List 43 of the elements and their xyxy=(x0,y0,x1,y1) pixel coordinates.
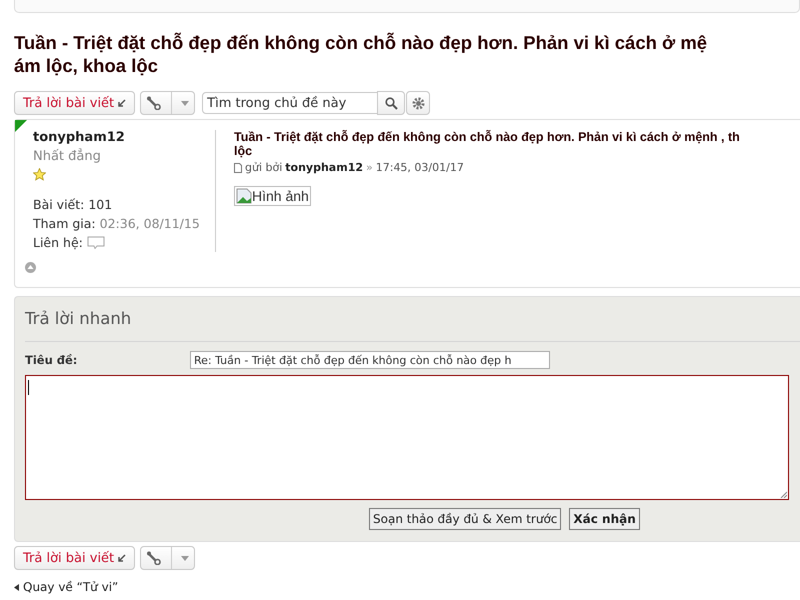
topic-title: ám lộc, khoa lộc xyxy=(14,54,158,77)
byline-separator: » xyxy=(366,161,373,174)
subject-field[interactable]: Re: Tuần - Triệt đặt chỗ đẹp đến không còn chỗ nào đẹp h xyxy=(190,351,550,369)
document-icon xyxy=(234,162,242,172)
author-name[interactable]: tonypham12 xyxy=(33,130,215,145)
left-arrow-icon xyxy=(14,584,19,590)
star-icon xyxy=(33,168,46,181)
post-time: 17:45, 03/01/17 xyxy=(376,161,464,174)
caret-icon xyxy=(181,100,190,106)
author-rank: Nhất đẳng xyxy=(33,149,102,164)
byline-prefix: gửi bởi xyxy=(245,161,282,174)
wrench-icon xyxy=(146,551,162,565)
arrow-icon xyxy=(117,98,126,108)
reply-button[interactable]: Trả lời bài viết xyxy=(14,546,136,570)
byline-author[interactable]: tonypham12 xyxy=(285,161,363,174)
stat-label: Liên hệ: xyxy=(33,234,83,252)
post-subject[interactable]: lộc xyxy=(234,144,252,158)
search-icon xyxy=(384,96,398,110)
search-field[interactable]: Tìm trong chủ đề này xyxy=(202,92,378,114)
stat-value: 101 xyxy=(88,196,112,214)
post-subject[interactable]: Tuần - Triệt đặt chỗ đẹp đến không còn chỗ nào đẹp hơn. Phản vi kì cách ở mệnh , th xyxy=(234,130,740,144)
form-button[interactable]: Soạn thảo đầy đủ & Xem trước xyxy=(369,508,562,530)
settings-button[interactable] xyxy=(406,91,430,115)
reply-button[interactable]: Trả lời bài viết xyxy=(14,91,136,115)
image-alt-text: Hình ảnh xyxy=(252,188,309,204)
broken-image-icon xyxy=(236,188,252,204)
topic-title: Tuần - Triệt đặt chỗ đẹp đến không còn chỗ nào đẹp hơn. Phản vi kì cách ở mệ xyxy=(14,31,708,54)
stat-label: Tham gia: xyxy=(33,215,96,233)
search-button[interactable] xyxy=(377,91,406,115)
form-button[interactable]: Xác nhận xyxy=(569,508,640,530)
wrench-icon xyxy=(146,96,162,110)
resize-grip-icon xyxy=(780,491,787,498)
speech-bubble-icon[interactable] xyxy=(86,236,105,249)
tools-dropdown[interactable] xyxy=(140,546,196,570)
tools-dropdown[interactable] xyxy=(140,91,196,115)
stat-label: Bài viết: xyxy=(33,196,84,214)
caret-icon xyxy=(181,556,190,560)
back-link[interactable]: Quay về “Tử vi” xyxy=(23,580,118,594)
stat-value: 02:36, 08/11/15 xyxy=(100,215,200,233)
quick-reply-heading: Trả lời nhanh xyxy=(25,297,800,342)
arrow-icon xyxy=(117,554,126,562)
settings-icon xyxy=(412,96,425,110)
subject-label: Tiêu đề: xyxy=(25,353,78,367)
